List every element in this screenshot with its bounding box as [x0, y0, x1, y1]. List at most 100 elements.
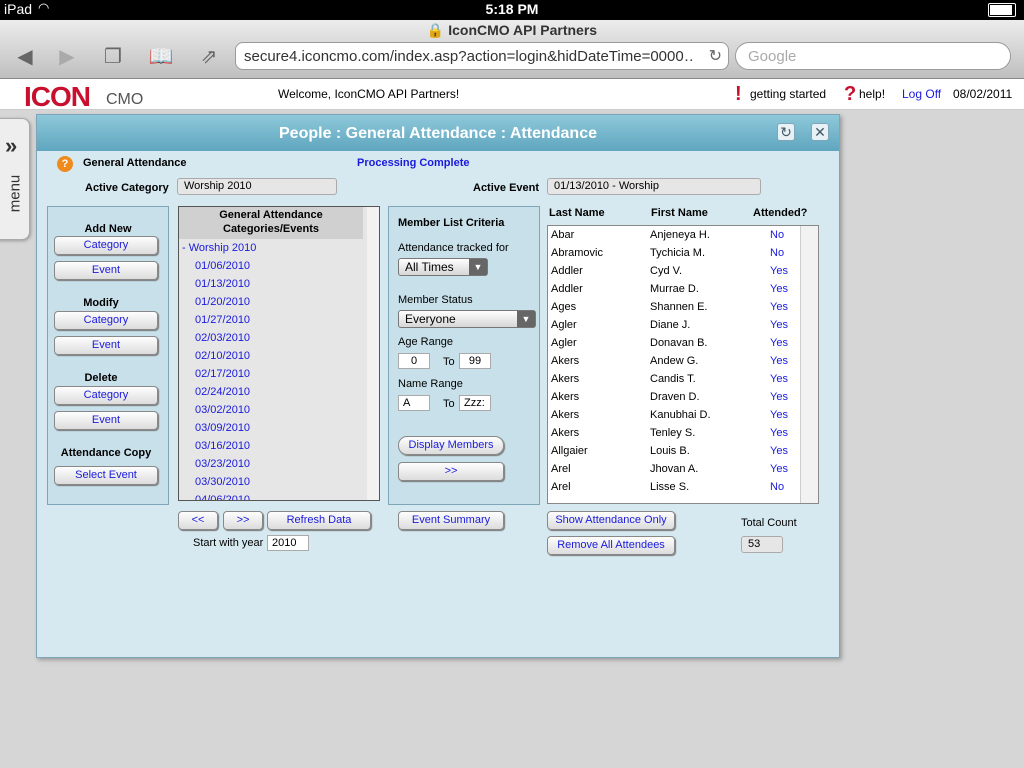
- add-category-button[interactable]: Category: [54, 236, 158, 255]
- active-event-field: 01/13/2010 - Worship: [547, 178, 761, 195]
- delete-event-button[interactable]: Event: [54, 411, 158, 430]
- member-attended-toggle[interactable]: Yes: [770, 355, 788, 367]
- age-to-input[interactable]: 99: [459, 353, 491, 369]
- chevron-down-icon: ▼: [517, 311, 535, 327]
- member-row[interactable]: Ages Shannen E. Yes: [548, 298, 798, 316]
- battery-icon: [988, 3, 1016, 20]
- delete-category-button[interactable]: Category: [54, 386, 158, 405]
- next-button[interactable]: >>: [223, 511, 263, 530]
- member-attended-toggle[interactable]: Yes: [770, 319, 788, 331]
- member-list-scrollbar[interactable]: [800, 226, 818, 503]
- active-event-label: Active Event: [473, 182, 540, 194]
- prev-button[interactable]: <<: [178, 511, 218, 530]
- tree-root-worship-2010[interactable]: - Worship 2010: [182, 242, 256, 254]
- member-row[interactable]: Abramovic Tychicia M. No: [548, 244, 798, 262]
- tree-header-line2: Categories/Events: [223, 223, 319, 235]
- member-attended-toggle[interactable]: Yes: [770, 445, 788, 457]
- menu-tab[interactable]: » menu: [0, 118, 30, 240]
- share-icon[interactable]: ⇗: [194, 46, 224, 68]
- member-attended-toggle[interactable]: Yes: [770, 391, 788, 403]
- exclamation-icon: !: [735, 83, 742, 105]
- modify-category-button[interactable]: Category: [54, 311, 158, 330]
- criteria-box: Member List Criteria Attendance tracked …: [388, 206, 540, 505]
- select-event-button[interactable]: Select Event: [54, 466, 158, 485]
- member-attended-toggle[interactable]: No: [770, 229, 784, 241]
- display-members-button[interactable]: Display Members: [398, 436, 504, 455]
- member-row[interactable]: Akers Andew G. Yes: [548, 352, 798, 370]
- member-row[interactable]: Akers Tenley S. Yes: [548, 424, 798, 442]
- remove-all-attendees-button[interactable]: Remove All Attendees: [547, 536, 675, 555]
- reload-icon[interactable]: ↻: [709, 46, 722, 66]
- back-icon[interactable]: ◀: [10, 46, 40, 68]
- search-input[interactable]: Google: [735, 42, 1011, 70]
- start-year-input[interactable]: 2010: [267, 535, 309, 551]
- refresh-data-button[interactable]: Refresh Data: [267, 511, 371, 530]
- category-tree[interactable]: General Attendance Categories/Events - W…: [178, 206, 380, 501]
- tree-event-item[interactable]: 02/24/2010: [195, 386, 250, 398]
- tree-event-item[interactable]: 03/02/2010: [195, 404, 250, 416]
- tree-event-item[interactable]: 04/06/2010: [195, 494, 250, 500]
- member-status-select[interactable]: Everyone ▼: [398, 310, 536, 328]
- attendance-tracked-select[interactable]: All Times ▼: [398, 258, 488, 276]
- tree-event-item[interactable]: 01/06/2010: [195, 260, 250, 272]
- refresh-icon[interactable]: ↻: [777, 123, 795, 141]
- member-row[interactable]: Arel Jhovan A. Yes: [548, 460, 798, 478]
- show-attendance-only-button[interactable]: Show Attendance Only: [547, 511, 675, 530]
- name-from-input[interactable]: A: [398, 395, 430, 411]
- welcome-text: Welcome, IconCMO API Partners!: [278, 87, 460, 101]
- tree-event-item[interactable]: 01/20/2010: [195, 296, 250, 308]
- member-attended-toggle[interactable]: Yes: [770, 373, 788, 385]
- member-first-name: Kanubhai D.: [650, 409, 711, 421]
- member-last-name: Arel: [551, 481, 571, 493]
- member-list[interactable]: Abar Anjeneya H. No Abramovic Tychicia M. No A…: [547, 225, 819, 504]
- member-last-name: Agler: [551, 319, 577, 331]
- tree-event-item[interactable]: 03/09/2010: [195, 422, 250, 434]
- tree-event-item[interactable]: 03/16/2010: [195, 440, 250, 452]
- criteria-next-button[interactable]: >>: [398, 462, 504, 481]
- event-summary-button[interactable]: Event Summary: [398, 511, 504, 530]
- tree-scrollbar[interactable]: [367, 207, 379, 500]
- member-last-name: Abar: [551, 229, 575, 241]
- member-last-name: Akers: [551, 391, 580, 403]
- tree-event-item[interactable]: 02/17/2010: [195, 368, 250, 380]
- member-row[interactable]: Agler Donavan B. Yes: [548, 334, 798, 352]
- member-row[interactable]: Allgaier Louis B. Yes: [548, 442, 798, 460]
- member-attended-toggle[interactable]: Yes: [770, 337, 788, 349]
- help-link[interactable]: help!: [859, 87, 885, 101]
- member-row[interactable]: Agler Diane J. Yes: [548, 316, 798, 334]
- member-row[interactable]: Addler Cyd V. Yes: [548, 262, 798, 280]
- member-attended-toggle[interactable]: Yes: [770, 409, 788, 421]
- modify-event-button[interactable]: Event: [54, 336, 158, 355]
- tree-event-item[interactable]: 02/03/2010: [195, 332, 250, 344]
- member-row[interactable]: Abar Anjeneya H. No: [548, 226, 798, 244]
- tree-event-item[interactable]: 01/13/2010: [195, 278, 250, 290]
- member-attended-toggle[interactable]: Yes: [770, 265, 788, 277]
- member-attended-toggle[interactable]: No: [770, 481, 784, 493]
- member-attended-toggle[interactable]: Yes: [770, 463, 788, 475]
- member-attended-toggle[interactable]: Yes: [770, 427, 788, 439]
- member-attended-toggle[interactable]: No: [770, 247, 784, 259]
- member-row[interactable]: Addler Murrae D. Yes: [548, 280, 798, 298]
- member-attended-toggle[interactable]: Yes: [770, 301, 788, 313]
- bookmarks-icon[interactable]: 📖: [146, 46, 176, 68]
- name-to-input[interactable]: Zzz:: [459, 395, 491, 411]
- add-event-button[interactable]: Event: [54, 261, 158, 280]
- member-attended-toggle[interactable]: Yes: [770, 283, 788, 295]
- log-off-link[interactable]: Log Off: [902, 87, 941, 101]
- member-row[interactable]: Arel Lisse S. No: [548, 478, 798, 496]
- member-row[interactable]: Akers Draven D. Yes: [548, 388, 798, 406]
- tabs-icon[interactable]: ❐: [98, 46, 128, 68]
- member-row[interactable]: Akers Kanubhai D. Yes: [548, 406, 798, 424]
- forward-icon[interactable]: ▶: [52, 46, 82, 68]
- member-first-name: Anjeneya H.: [650, 229, 710, 241]
- getting-started-link[interactable]: getting started: [750, 87, 826, 101]
- tree-event-item[interactable]: 03/30/2010: [195, 476, 250, 488]
- age-from-input[interactable]: 0: [398, 353, 430, 369]
- url-bar[interactable]: secure4.iconcmo.com/index.asp?action=log…: [235, 42, 729, 70]
- member-row[interactable]: Akers Candis T. Yes: [548, 370, 798, 388]
- close-icon[interactable]: ✕: [811, 123, 829, 141]
- tree-event-item[interactable]: 02/10/2010: [195, 350, 250, 362]
- tree-event-item[interactable]: 01/27/2010: [195, 314, 250, 326]
- help-circle-icon[interactable]: ?: [57, 156, 73, 172]
- tree-event-item[interactable]: 03/23/2010: [195, 458, 250, 470]
